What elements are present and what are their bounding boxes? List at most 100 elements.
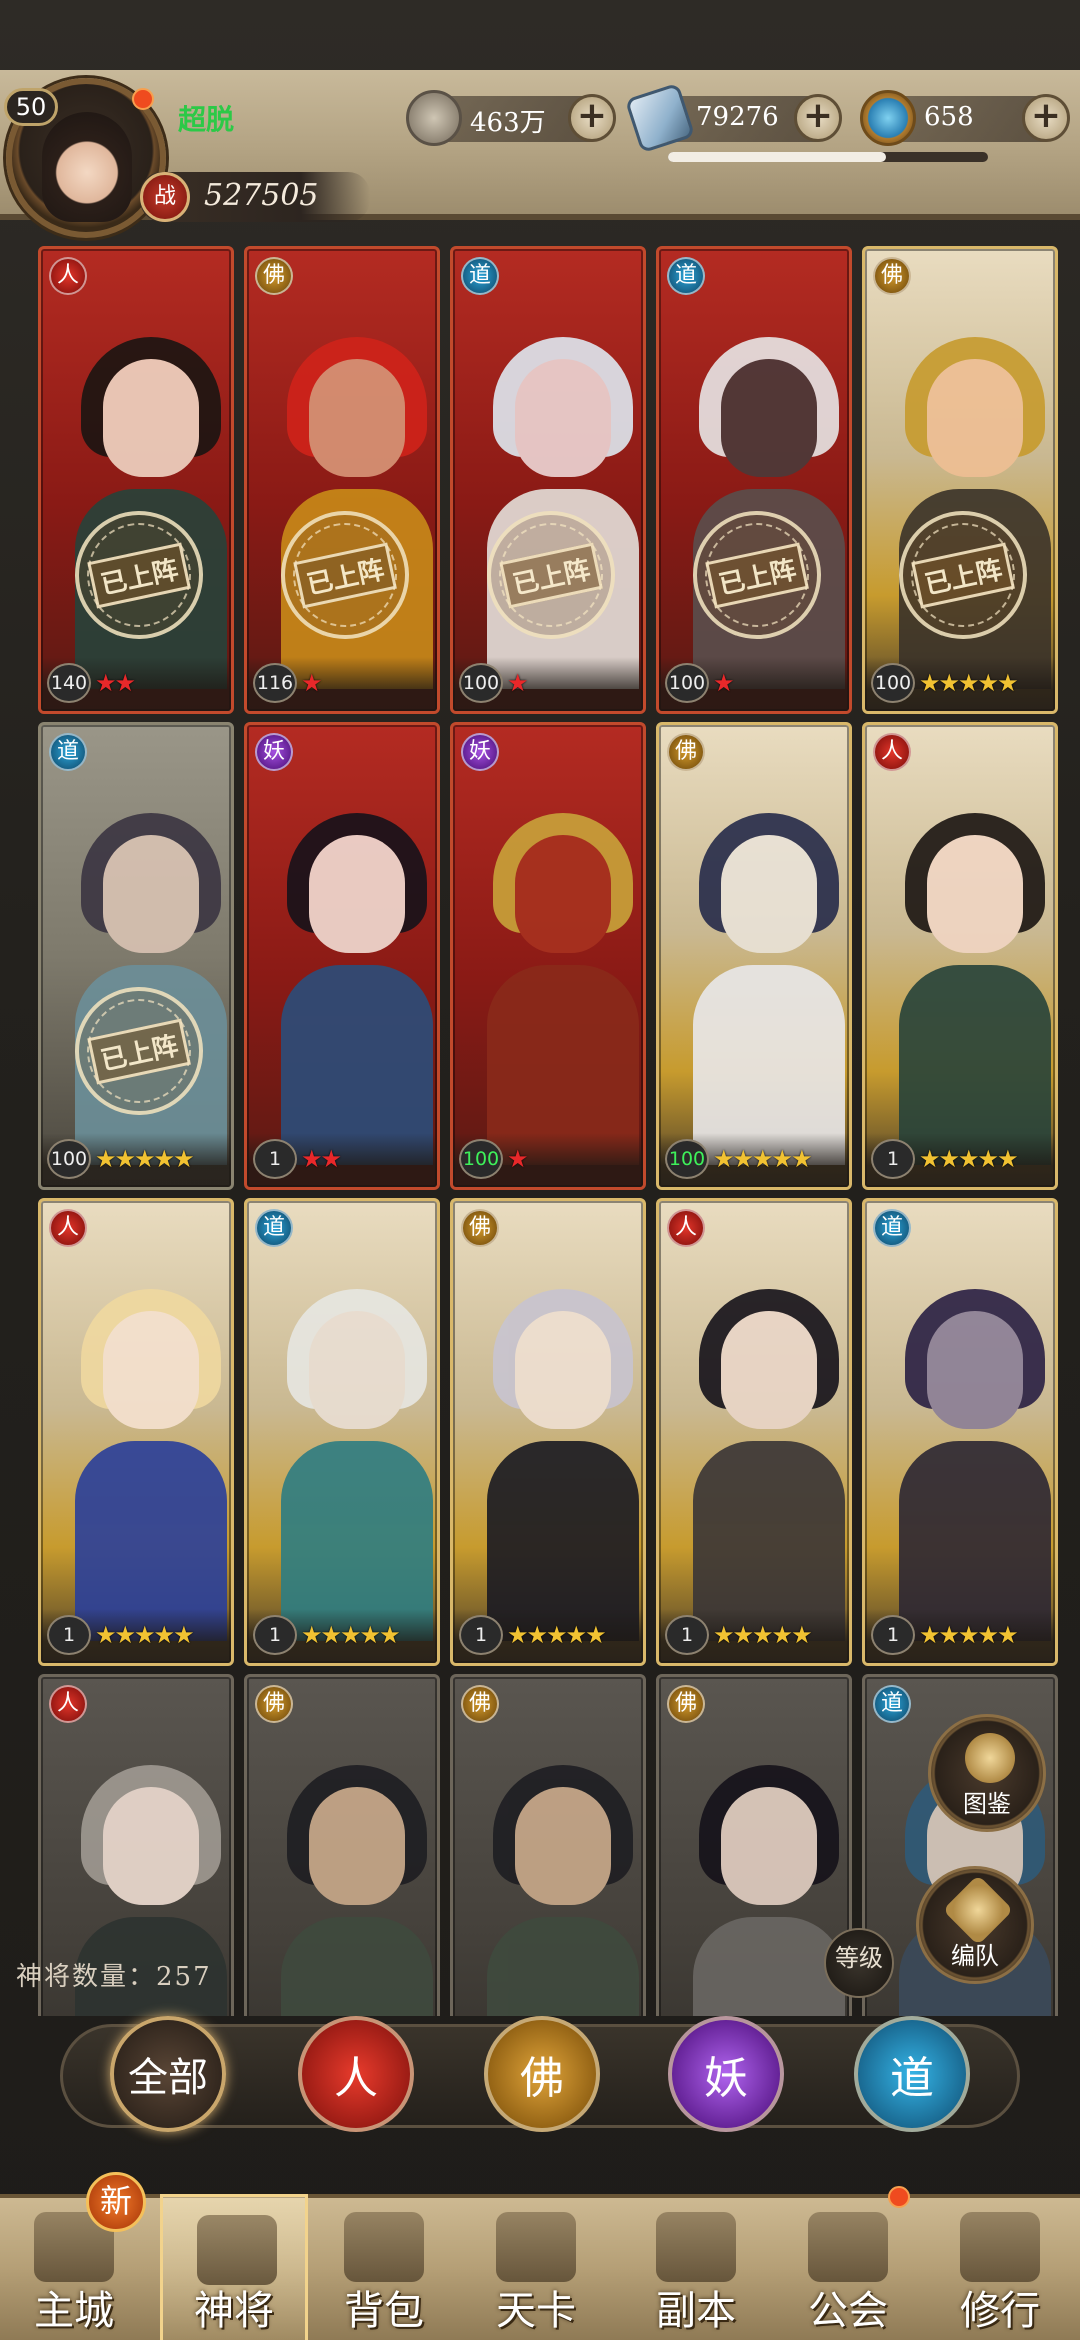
combat-power-value: 527505 bbox=[204, 178, 319, 213]
hero-card[interactable]: 人已上阵 140 ★★ bbox=[38, 246, 234, 714]
hero-portrait bbox=[55, 1241, 227, 1641]
faction-badge-icon: 人 bbox=[49, 1685, 87, 1723]
faction-badge-icon: 道 bbox=[667, 257, 705, 295]
hero-level: 1 bbox=[665, 1615, 709, 1655]
hero-card[interactable]: 道 1 ★★★★★ bbox=[862, 1198, 1058, 1666]
faction-badge-icon: 佛 bbox=[667, 1685, 705, 1723]
sort-by-level-button[interactable]: 等级 bbox=[824, 1928, 894, 1998]
hero-star-rating: ★ bbox=[507, 669, 528, 697]
hero-level: 1 bbox=[459, 1615, 503, 1655]
dungeon-icon bbox=[656, 2212, 736, 2282]
hero-face bbox=[309, 835, 405, 953]
deployed-stamp-text: 已上阵 bbox=[293, 542, 397, 608]
faction-badge-icon: 道 bbox=[873, 1209, 911, 1247]
hero-card[interactable]: 人 1 ★★★★★ bbox=[38, 1198, 234, 1666]
faction-badge-icon: 佛 bbox=[873, 257, 911, 295]
hero-card[interactable]: 道已上阵 100 ★ bbox=[656, 246, 852, 714]
faction-badge-icon: 道 bbox=[49, 733, 87, 771]
hero-face bbox=[515, 1311, 611, 1429]
hero-card[interactable]: 佛 100 ★★★★★ bbox=[656, 722, 852, 1190]
faction-badge-icon: 佛 bbox=[255, 257, 293, 295]
hero-count: 神将数量：257 bbox=[16, 1962, 212, 1992]
add-gems-button[interactable]: + bbox=[1022, 94, 1070, 142]
nav-guild[interactable]: 公会 bbox=[774, 2194, 922, 2340]
nav-label: 主城 bbox=[34, 2288, 114, 2334]
add-coins-button[interactable]: + bbox=[568, 94, 616, 142]
codex-button[interactable]: 图鉴 bbox=[928, 1714, 1046, 1832]
hero-card[interactable]: 佛已上阵 116 ★ bbox=[244, 246, 440, 714]
hero-face bbox=[927, 835, 1023, 953]
formation-button[interactable]: 编队 bbox=[916, 1866, 1034, 1984]
hero-star-rating: ★ bbox=[301, 669, 322, 697]
avatar-portrait bbox=[42, 112, 132, 222]
faction-badge-icon: 道 bbox=[873, 1685, 911, 1723]
hero-card[interactable]: 人 1 ★★★★★ bbox=[862, 722, 1058, 1190]
hero-card[interactable]: 佛 1 ★★★★★ bbox=[450, 1198, 646, 1666]
combat-power-icon: 战 bbox=[140, 172, 190, 222]
hero-face bbox=[103, 1787, 199, 1905]
hero-star-rating: ★ bbox=[713, 669, 734, 697]
hero-star-rating: ★★★★★ bbox=[919, 1145, 1019, 1173]
hero-star-rating: ★★★★★ bbox=[919, 1621, 1019, 1649]
nav-label: 修行 bbox=[960, 2288, 1040, 2334]
guild-icon bbox=[808, 2212, 888, 2282]
hero-face bbox=[721, 1311, 817, 1429]
hero-card[interactable]: 佛 bbox=[244, 1674, 440, 2016]
hero-star-rating: ★★ bbox=[95, 669, 136, 697]
hero-card[interactable]: 妖 1 ★★ bbox=[244, 722, 440, 1190]
cultivation-icon bbox=[960, 2212, 1040, 2282]
deployed-stamp-text: 已上阵 bbox=[87, 1018, 191, 1084]
hero-face bbox=[927, 1311, 1023, 1429]
filter-all-button[interactable]: 全部 bbox=[110, 2016, 226, 2132]
hero-portrait bbox=[261, 1717, 433, 2016]
hero-card[interactable]: 佛已上阵 100 ★★★★★ bbox=[862, 246, 1058, 714]
faction-badge-icon: 佛 bbox=[667, 733, 705, 771]
nav-dungeon[interactable]: 副本 bbox=[622, 2194, 770, 2340]
hero-body bbox=[487, 1917, 639, 2016]
hero-card[interactable]: 佛 bbox=[656, 1674, 852, 2016]
hero-portrait bbox=[879, 765, 1051, 1165]
hero-card[interactable]: 妖 100 ★ bbox=[450, 722, 646, 1190]
hero-face bbox=[927, 359, 1023, 477]
hero-face bbox=[721, 359, 817, 477]
nav-backpack[interactable]: 背包 bbox=[310, 2194, 458, 2340]
hero-portrait bbox=[879, 1241, 1051, 1641]
formation-label: 编队 bbox=[951, 1942, 999, 1970]
hero-face bbox=[309, 1787, 405, 1905]
hero-star-rating: ★★★★★ bbox=[301, 1621, 401, 1649]
filter-human-button[interactable]: 人 bbox=[298, 2016, 414, 2132]
hero-portrait bbox=[673, 1241, 845, 1641]
nav-cultivation[interactable]: 修行 bbox=[926, 2194, 1074, 2340]
hero-card[interactable]: 道已上阵 100 ★★★★★ bbox=[38, 722, 234, 1190]
filter-demon-button[interactable]: 妖 bbox=[668, 2016, 784, 2132]
formation-star-icon bbox=[942, 1874, 1014, 1946]
add-scrolls-button[interactable]: + bbox=[794, 94, 842, 142]
resource-coins: 463万 + bbox=[406, 90, 616, 146]
faction-badge-icon: 妖 bbox=[255, 733, 293, 771]
faction-badge-icon: 人 bbox=[49, 257, 87, 295]
player-level-badge: 50 bbox=[4, 88, 58, 126]
hero-card[interactable]: 人 1 ★★★★★ bbox=[656, 1198, 852, 1666]
nav-tianka[interactable]: 天卡 bbox=[462, 2194, 610, 2340]
mountain-icon bbox=[496, 2212, 576, 2282]
resource-scrolls: 79276 + bbox=[624, 82, 842, 154]
hero-star-rating: ★★★★★ bbox=[919, 669, 1019, 697]
filter-buddha-button[interactable]: 佛 bbox=[484, 2016, 600, 2132]
avatar-notification-dot bbox=[132, 88, 154, 110]
hero-star-rating: ★★★★★ bbox=[713, 1621, 813, 1649]
hero-level: 100 bbox=[47, 1139, 91, 1179]
hero-card[interactable]: 道 1 ★★★★★ bbox=[244, 1198, 440, 1666]
hero-level: 1 bbox=[253, 1139, 297, 1179]
hero-level: 100 bbox=[665, 663, 709, 703]
hero-face bbox=[721, 835, 817, 953]
hero-card[interactable]: 道已上阵 100 ★ bbox=[450, 246, 646, 714]
filter-tao-button[interactable]: 道 bbox=[854, 2016, 970, 2132]
nav-heroes[interactable]: 神将 bbox=[160, 2194, 308, 2340]
hero-body bbox=[281, 1917, 433, 2016]
faction-badge-icon: 妖 bbox=[461, 733, 499, 771]
hero-face bbox=[103, 1311, 199, 1429]
hero-portrait bbox=[261, 765, 433, 1165]
nav-label: 公会 bbox=[808, 2288, 888, 2334]
hero-card[interactable]: 佛 bbox=[450, 1674, 646, 2016]
player-name: 超脱 bbox=[178, 103, 235, 136]
